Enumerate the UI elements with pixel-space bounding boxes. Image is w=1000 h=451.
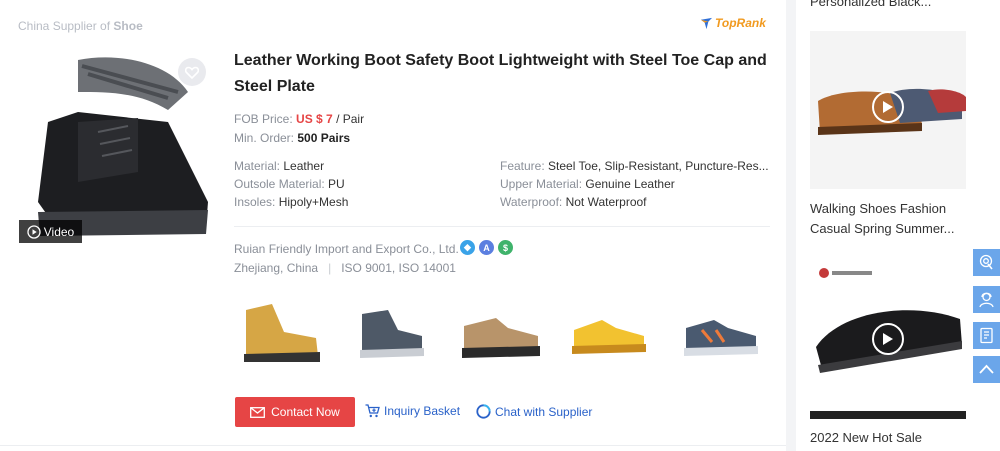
page: China Supplier of Shoe TopRank Video Lea… [0, 0, 1000, 451]
thumbnail-strip [232, 296, 764, 368]
divider [234, 226, 770, 227]
sidebar-product-image[interactable] [810, 261, 966, 419]
attr-value: Hipoly+Mesh [278, 195, 349, 209]
divider [0, 445, 786, 446]
contact-now-label: Contact Now [271, 405, 340, 419]
recommended-sidebar: Personalized Black... Walking Shoes Fash… [796, 0, 1000, 451]
inquiry-basket-link[interactable]: Inquiry Basket [365, 404, 460, 418]
company-name[interactable]: Ruian Friendly Import and Export Co., Lt… [234, 242, 459, 256]
play-icon [872, 323, 904, 355]
audited-supplier-icon[interactable]: A [479, 240, 494, 255]
play-icon [872, 91, 904, 123]
certifications: ISO 9001, ISO 14001 [341, 261, 456, 275]
inquiry-basket-label: Inquiry Basket [384, 404, 461, 418]
product-title[interactable]: Leather Working Boot Safety Boot Lightwe… [234, 48, 774, 100]
float-service-icon[interactable] [973, 286, 1000, 313]
secured-trading-icon[interactable]: $ [498, 240, 513, 255]
product-thumbnail[interactable] [232, 296, 324, 368]
moq-value: 500 Pairs [297, 131, 351, 145]
play-circle-icon [27, 224, 41, 239]
toprank-label: TopRank [715, 16, 766, 30]
sidebar-item-caption[interactable]: Walking Shoes Fashion [810, 199, 946, 219]
supplier-tag: China Supplier of Shoe [18, 19, 143, 33]
toprank-badge: TopRank [700, 16, 766, 30]
attr-material: Material: Leather [234, 159, 324, 173]
supplier-keyword[interactable]: Shoe [113, 19, 142, 33]
product-thumbnail[interactable] [452, 296, 544, 368]
fob-price-row: FOB Price: US $ 7 / Pair [234, 112, 364, 126]
sidebar-item-caption[interactable]: 2022 New Hot Sale [810, 428, 922, 448]
product-thumbnail[interactable] [562, 296, 654, 368]
attr-label: Waterproof: [500, 195, 563, 209]
attr-value: Genuine Leather [585, 177, 675, 191]
product-thumbnail[interactable] [342, 296, 434, 368]
min-order-row: Min. Order: 500 Pairs [234, 131, 350, 145]
price-unit: / Pair [336, 112, 365, 126]
attr-value: Steel Toe, Slip-Resistant, Puncture-Res.… [548, 159, 769, 173]
attr-upper: Upper Material: Genuine Leather [500, 177, 675, 191]
attr-label: Feature: [500, 159, 545, 173]
sidebar-item-caption[interactable]: Casual Spring Summer... [810, 219, 955, 239]
location-row: Zhejiang, China | ISO 9001, ISO 14001 [234, 261, 456, 275]
fob-label: FOB Price: [234, 112, 293, 126]
float-touch-icon[interactable] [973, 249, 1000, 276]
video-label: Video [43, 224, 75, 239]
sidebar-item-caption[interactable]: Personalized Black... [810, 0, 931, 12]
attr-feature: Feature: Steel Toe, Slip-Resistant, Punc… [500, 159, 769, 173]
chat-with-supplier-label: Chat with Supplier [495, 404, 593, 419]
moq-label: Min. Order: [234, 131, 295, 145]
attr-value: Leather [283, 159, 325, 173]
favorite-button[interactable] [178, 58, 206, 86]
attr-waterproof: Waterproof: Not Waterproof [500, 195, 647, 209]
chat-with-supplier-link[interactable]: Chat with Supplier [476, 404, 592, 419]
attr-value: PU [328, 177, 345, 191]
cart-icon [365, 404, 380, 418]
video-button[interactable]: Video [19, 220, 82, 243]
back-to-top-icon[interactable] [973, 356, 1000, 383]
heart-icon [185, 66, 199, 79]
attr-label: Material: [234, 159, 281, 173]
diamond-member-icon[interactable]: ◆ [460, 240, 475, 255]
attr-value: Not Waterproof [565, 195, 647, 209]
contact-now-button[interactable]: Contact Now [235, 397, 355, 427]
location: Zhejiang, China [234, 261, 319, 275]
price-value: US $ 7 [296, 112, 333, 126]
mail-icon [250, 406, 266, 418]
supplier-badges: ◆ A $ [460, 240, 513, 255]
attr-insoles: Insoles: Hipoly+Mesh [234, 195, 348, 209]
sidebar-product-image[interactable] [810, 31, 966, 189]
product-thumbnail[interactable] [672, 296, 764, 368]
float-inquiry-icon[interactable] [973, 322, 1000, 349]
attr-outsole: Outsole Material: PU [234, 177, 345, 191]
chat-icon [476, 404, 491, 419]
separator: | [328, 261, 332, 275]
attr-label: Upper Material: [500, 177, 583, 191]
toprank-icon [700, 17, 713, 29]
attr-label: Insoles: [234, 195, 276, 209]
product-card: China Supplier of Shoe TopRank Video Lea… [0, 0, 786, 451]
supplier-prefix: China Supplier of [18, 19, 111, 33]
attr-label: Outsole Material: [234, 177, 325, 191]
